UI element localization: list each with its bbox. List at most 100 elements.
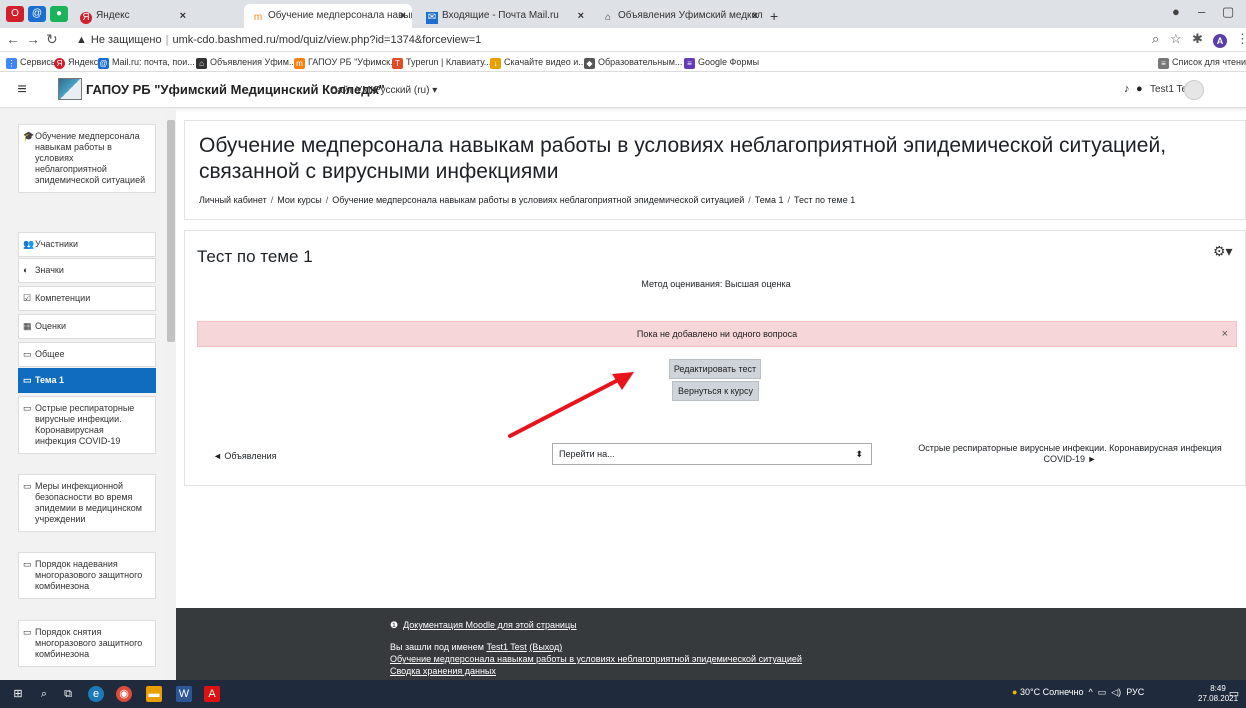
drawer-item-topic-1[interactable]: ▭ Тема 1 (18, 368, 156, 393)
pinned-tab-yandex[interactable]: Я Яндекс × (72, 4, 192, 28)
table-icon: ▦ (23, 321, 32, 331)
language-menu[interactable]: Русский (ru) ▾ (374, 85, 437, 96)
docs-link[interactable]: Документация Moodle для этой страницы (403, 620, 576, 630)
page-title: Обучение медперсонала навыкам работы в у… (199, 134, 1167, 183)
drawer-item-donning[interactable]: ▭ Порядок надевания многоразового защитно… (18, 552, 156, 599)
star-icon[interactable]: ☆ (1170, 31, 1182, 47)
system-tray[interactable]: ● 30°C Солнечно ^ ▭ ◁) РУС (1012, 687, 1144, 698)
bookmark-google-forms[interactable]: ≡ Google Формы (684, 52, 759, 72)
back-icon[interactable]: ← (6, 31, 20, 47)
notifications-icon[interactable]: ▭ (1226, 686, 1242, 702)
close-icon[interactable]: × (180, 4, 186, 28)
typerun-icon: T (392, 58, 403, 69)
file-explorer-icon[interactable]: ▬ (146, 686, 162, 702)
bookmark-yandex[interactable]: Я Яндекс (54, 52, 98, 72)
drawer-item-doffing[interactable]: ▭ Порядок снятия многоразового защитного … (18, 620, 156, 667)
forms-icon: ≡ (684, 58, 695, 69)
drawer-scrollbar-thumb[interactable] (167, 120, 175, 342)
select-arrows-icon: ⬍ (855, 449, 863, 459)
breadcrumb-item[interactable]: Мои курсы (277, 195, 322, 205)
grading-method: Метод оценивания: Высшая оценка (641, 279, 791, 289)
drawer-item-badges[interactable]: ◐ Значки (18, 258, 156, 283)
breadcrumb-item[interactable]: Тест по теме 1 (794, 195, 855, 205)
drawer-item-competencies[interactable]: ☑ Компетенции (18, 286, 156, 311)
quiz-region: Тест по теме 1 ⚙▾ Метод оценивания: Высш… (184, 230, 1246, 486)
user-link[interactable]: Test1 Test (486, 642, 526, 652)
profile-dot-icon[interactable]: ● (1172, 4, 1180, 19)
bookmark-video[interactable]: ↓ Скачайте видео и... (490, 52, 586, 72)
chat-icon[interactable]: ● (1136, 83, 1143, 95)
close-icon[interactable]: × (400, 4, 406, 28)
course-footer-link[interactable]: Обучение медперсонала навыкам работы в у… (390, 654, 802, 664)
minimize-icon[interactable]: – (1198, 4, 1205, 19)
close-icon[interactable]: × (1222, 322, 1228, 346)
folder-icon: ▭ (23, 627, 32, 637)
drawer-item-infection-safety[interactable]: ▭ Меры инфекционной безопасности во время… (18, 474, 156, 532)
search-icon[interactable]: ⌕ (36, 686, 52, 702)
drawer-item-general[interactable]: ▭ Общее (18, 342, 156, 367)
logout-link[interactable]: (Выход) (529, 642, 562, 652)
volume-icon[interactable]: ◁) (1111, 687, 1121, 697)
word-icon[interactable]: W (176, 686, 192, 702)
close-icon[interactable]: × (752, 4, 758, 28)
tab-mail[interactable]: ✉ Входящие - Почта Mail.ru × (418, 4, 590, 28)
bookmark-announcements[interactable]: ⌂ Объявления Уфим... (196, 52, 296, 72)
tab-active[interactable]: m Обучение медперсонала навык × (244, 4, 412, 28)
opera-icon[interactable]: O (6, 6, 24, 22)
bookmark-edu[interactable]: ◆ Образовательным... (584, 52, 682, 72)
extensions-icon[interactable]: ✱ (1192, 31, 1203, 47)
forward-icon[interactable]: → (26, 31, 40, 47)
new-tab-button[interactable]: + (766, 4, 788, 28)
task-view-icon[interactable]: ⧉ (60, 686, 76, 702)
gear-icon[interactable]: ⚙▾ (1213, 243, 1233, 260)
zoom-icon[interactable]: ⌕ (1152, 31, 1159, 47)
building-icon: ⌂ (604, 12, 612, 23)
tab-announcements[interactable]: ⌂ Объявления Уфимский медкол × (594, 4, 764, 28)
mailru-icon: @ (98, 58, 109, 69)
windows-start-icon[interactable]: ⊞ (10, 686, 26, 702)
bookmark-mailru[interactable]: @ Mail.ru: почта, пои... (98, 52, 195, 72)
next-activity-link[interactable]: Острые респираторные вирусные инфекции. … (905, 443, 1235, 465)
folder-icon: ▭ (23, 349, 32, 359)
drawer-item-course[interactable]: 🎓 Обучение медперсонала навыкам работы в … (18, 124, 156, 193)
browser-tab-bar: O @ ● Я Яндекс × m Обучение медперсонала н… (0, 0, 1246, 28)
profile-avatar[interactable]: A (1213, 34, 1227, 48)
college-logo[interactable] (58, 78, 82, 100)
drawer-item-participants[interactable]: 👥 Участники (18, 232, 156, 257)
yandex-icon: Я (54, 58, 65, 69)
site-link[interactable]: Сайт УМК (330, 85, 376, 96)
mail-icon[interactable]: @ (28, 6, 46, 22)
network-icon[interactable]: ▭ (1098, 687, 1107, 697)
whatsapp-icon[interactable]: ● (50, 6, 68, 22)
bookmark-typerun[interactable]: T Typerun | Клавиату... (392, 52, 491, 72)
back-to-course-button[interactable]: Вернуться к курсу (672, 381, 759, 401)
user-avatar[interactable] (1184, 80, 1204, 100)
bell-icon[interactable]: ♪ (1124, 83, 1130, 95)
bookmark-services[interactable]: ⋮ Сервисы (6, 52, 57, 72)
edit-quiz-button[interactable]: Редактировать тест (669, 359, 761, 379)
chevron-up-icon[interactable]: ^ (1088, 687, 1092, 697)
prev-activity-link[interactable]: ◄ Объявления (213, 451, 276, 461)
url-field[interactable]: ▲ Не защищено | umk-cdo.bashmed.ru/mod/quiz… (76, 31, 481, 49)
page-header: Обучение медперсонала навыкам работы в у… (184, 120, 1246, 220)
breadcrumb-item[interactable]: Обучение медперсонала навыкам работы в у… (332, 195, 744, 205)
bookmark-gapou[interactable]: m ГАПОУ РБ "Уфимск... (294, 52, 398, 72)
edge-icon[interactable]: e (88, 686, 104, 702)
restore-icon[interactable]: ▢ (1222, 4, 1234, 20)
drawer-item-grades[interactable]: ▦ Оценки (18, 314, 156, 339)
reload-icon[interactable]: ↻ (46, 31, 58, 48)
info-icon: ❶ (390, 620, 399, 630)
drawer-item-ari[interactable]: ▭ Острые респираторные вирусные инфекции.… (18, 396, 156, 454)
address-bar: ← → ↻ ▲ Не защищено | umk-cdo.bashmed.ru/mo… (0, 28, 1246, 52)
folder-icon: ▭ (23, 559, 32, 569)
data-retention-link[interactable]: Сводка хранения данных (390, 666, 496, 676)
reading-list[interactable]: ≡ Список для чтения (1158, 52, 1246, 72)
hamburger-menu-icon[interactable]: ≡ (12, 81, 32, 99)
breadcrumb-item[interactable]: Тема 1 (755, 195, 784, 205)
menu-dots-icon[interactable]: ⋮ (1236, 31, 1246, 47)
acrobat-icon[interactable]: A (204, 686, 220, 702)
breadcrumb-item[interactable]: Личный кабинет (199, 195, 267, 205)
input-language[interactable]: РУС (1126, 687, 1144, 697)
close-icon[interactable]: × (578, 4, 584, 28)
chrome-icon[interactable]: ◉ (116, 686, 132, 702)
